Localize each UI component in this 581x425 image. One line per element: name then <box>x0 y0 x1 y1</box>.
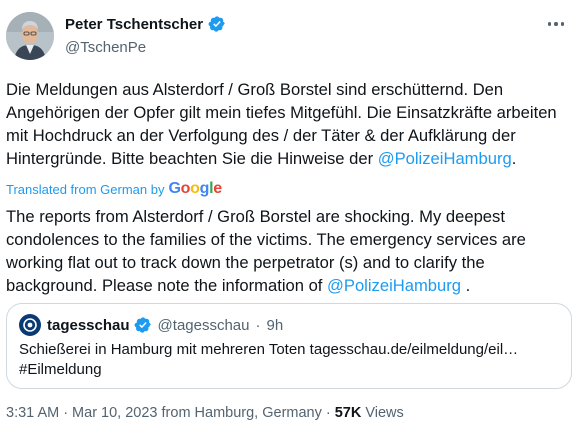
tagesschau-avatar-icon <box>19 314 41 336</box>
quoted-author-handle: @tagesschau <box>157 316 250 334</box>
dot <box>560 22 565 26</box>
quoted-separator: · <box>255 316 261 334</box>
quoted-line-1: Schießerei in Hamburg mit mehreren Toten… <box>19 341 519 358</box>
quoted-line-2: #Eilmeldung <box>19 361 102 378</box>
tweet-date-location[interactable]: Mar 10, 2023 from Hamburg, Germany <box>72 405 322 421</box>
tweet-text: Die Meldungen aus Alsterdorf / Groß Bors… <box>6 78 576 170</box>
verified-badge-icon <box>134 316 152 334</box>
quoted-tweet-header: tagesschau @tagesschau · 9h <box>19 314 283 336</box>
views-label: Views <box>365 405 404 421</box>
tweet-time[interactable]: 3:31 AM <box>6 405 59 421</box>
translated-mention-link[interactable]: @PolizeiHamburg <box>327 276 461 295</box>
translated-text-part2: . <box>461 276 471 295</box>
quoted-tweet-card[interactable]: tagesschau @tagesschau · 9h Schießerei i… <box>6 303 572 389</box>
google-logo: Google <box>168 180 222 197</box>
quoted-tweet-body: Schießerei in Hamburg mit mehreren Toten… <box>19 340 559 380</box>
dot <box>547 22 552 26</box>
translation-attribution[interactable]: Translated from German by Google <box>6 180 222 198</box>
meta-separator: · <box>63 405 69 421</box>
author-name-row: Peter Tschentscher <box>65 15 226 33</box>
verified-badge-icon <box>208 15 226 33</box>
author-display-name[interactable]: Peter Tschentscher <box>65 16 203 33</box>
tweet-text-part2: . <box>511 149 517 168</box>
quoted-author-name: tagesschau <box>47 316 130 334</box>
translation-label: Translated from German by <box>6 181 165 197</box>
more-options-icon[interactable] <box>543 14 569 34</box>
quoted-time: 9h <box>266 316 284 334</box>
translated-text: The reports from Alsterdorf / Groß Borst… <box>6 205 576 297</box>
meta-separator: · <box>325 405 331 421</box>
tweet-meta: 3:31 AM · Mar 10, 2023 from Hamburg, Ger… <box>6 405 404 421</box>
dot <box>554 22 558 26</box>
author-handle[interactable]: @TschenPe <box>65 39 146 56</box>
avatar[interactable] <box>6 12 54 60</box>
views-count: 57K <box>334 405 362 421</box>
tweet-mention-link[interactable]: @PolizeiHamburg <box>378 149 512 168</box>
